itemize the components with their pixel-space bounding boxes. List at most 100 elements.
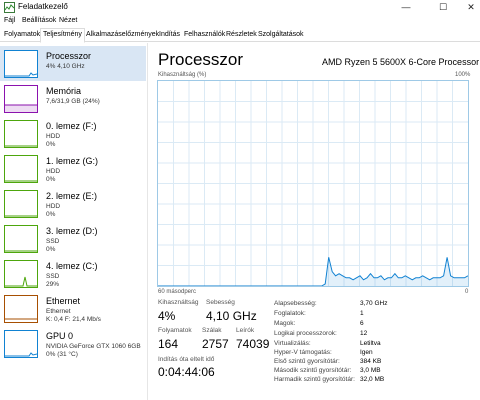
page-title: Processzor [158,50,244,69]
hyperv-label: Hyper-V támogatás: [274,349,332,356]
threads-value: 2757 [202,337,229,351]
cpu-model-name: AMD Ryzen 5 5600X 6-Core Processor [322,57,480,67]
thumb-graph [5,145,37,147]
sidebar-item-ethernet[interactable]: Ethernet Ethernet K: 0,4 F: 21,4 Mb/s [0,291,146,326]
logical-processors-label: Logikai processzorok: [274,330,337,337]
tab-startup[interactable]: Indítás [157,30,182,42]
thumb-graph [5,318,37,320]
sidebar-item-memory[interactable]: Memória 7,6/31,9 GB (24%) [0,81,146,116]
disk-graph-icon [4,120,38,148]
sidebar-item-usage: 0% [46,211,56,218]
tab-bar: Folyamatok Teljesítmény Alkalmazáselőzmé… [0,28,480,43]
cpu-graph-canvas [158,81,469,287]
sidebar-item-label: 4. lemez (C:) [46,261,98,271]
resource-sidebar: Processzor 4% 4,10 GHz Memória 7,6/31,9 … [0,43,148,400]
virtualization-value: Letiltva [360,340,381,347]
close-button[interactable]: ✕ [456,0,480,15]
sidebar-item-usage: K: 0,4 F: 21,4 Mb/s [46,316,101,323]
sockets-value: 1 [360,310,364,317]
graph-x-label: 60 másodperc [158,289,197,295]
sidebar-item-usage: 0% [46,246,56,253]
title-bar: Feladatkezelő — ☐ ✕ [0,0,480,15]
cores-label: Magok: [274,320,296,327]
processes-label: Folyamatok [158,327,192,334]
sidebar-item-label: Processzor [46,51,92,61]
disk-graph-icon [4,155,38,183]
sidebar-item-label: GPU 0 [46,331,74,341]
handles-value: 74039 [236,337,270,351]
thumb-graph [5,215,37,217]
sidebar-item-disk-0[interactable]: 0. lemez (F:) HDD 0% [0,116,146,151]
menu-view[interactable]: Nézet [59,17,77,24]
sidebar-item-detail: NVIDIA GeForce GTX 1060 6GB [46,343,141,350]
tab-app-history[interactable]: Alkalmazáselőzmények [84,30,161,42]
sidebar-item-usage: 0% [46,176,56,183]
sidebar-item-disk-4[interactable]: 4. lemez (C:) SSD 29% [0,256,146,291]
sidebar-item-detail: Ethernet [46,308,71,315]
utilization-label: Kihasználtság [158,299,199,306]
graph-y-max: 100% [455,72,471,78]
tab-users[interactable]: Felhasználók [182,30,227,42]
sidebar-item-detail: HDD [46,203,61,210]
sidebar-item-disk-2[interactable]: 2. lemez (E:) HDD 0% [0,186,146,221]
sidebar-item-usage: 0% [46,141,56,148]
disk-graph-icon [4,260,38,288]
window-title: Feladatkezelő [18,2,68,11]
menu-bar: Fájl Beállítások Nézet [0,15,480,28]
memory-graph-icon [4,85,38,113]
threads-label: Szálak [202,327,222,334]
maximize-button[interactable]: ☐ [428,0,458,15]
l2-cache-value: 3,0 MB [360,367,381,374]
sidebar-item-detail: SSD [46,238,60,245]
tab-details[interactable]: Részletek [224,30,259,42]
cpu-graph-icon [4,50,38,78]
hyperv-value: Igen [360,349,373,356]
l1-cache-value: 384 KB [360,358,382,365]
l2-cache-label: Második szintű gyorsítótár: [274,367,352,374]
cpu-utilization-graph [157,80,469,287]
sidebar-item-disk-1[interactable]: 1. lemez (G:) HDD 0% [0,151,146,186]
sidebar-item-usage: 29% [46,281,60,288]
thumb-graph [5,352,37,357]
sidebar-item-detail: SSD [46,273,60,280]
l3-cache-label: Harmadik szintű gyorsítótár: [274,376,355,383]
speed-label: Sebesség [206,299,235,306]
utilization-value: 4% [158,309,176,323]
uptime-label: Indítás óta eltelt idő [158,356,215,363]
menu-file[interactable]: Fájl [4,17,15,24]
processes-value: 164 [158,337,179,351]
cores-value: 6 [360,320,364,327]
sidebar-item-label: Ethernet [46,296,81,306]
thumb-graph [5,104,37,112]
tab-processes[interactable]: Folyamatok [2,30,42,42]
tab-services[interactable]: Szolgáltatások [256,30,306,42]
logical-processors-value: 12 [360,330,368,337]
gpu-graph-icon [4,330,38,358]
graph-x-end: 0 [465,289,469,295]
menu-settings[interactable]: Beállítások [22,17,56,24]
graph-y-label: Kihasználtság (%) [158,72,207,78]
uptime-value: 0:04:44:06 [158,365,215,379]
handles-label: Leírók [236,327,255,334]
sockets-label: Foglalatok: [274,310,306,317]
disk-graph-icon [4,190,38,218]
thumb-graph [5,72,37,77]
thumb-line [5,352,37,357]
sidebar-item-gpu[interactable]: GPU 0 NVIDIA GeForce GTX 1060 6GB 0% (31… [0,326,146,361]
sidebar-item-label: 0. lemez (F:) [46,121,97,131]
sidebar-item-label: 1. lemez (G:) [46,156,99,166]
tab-performance[interactable]: Teljesítmény [40,28,85,43]
sidebar-item-detail: 4% 4,10 GHz [46,63,85,70]
minimize-button[interactable]: — [391,0,421,15]
base-speed-label: Alapsebesség: [274,300,317,307]
sidebar-item-detail: 7,6/31,9 GB (24%) [46,98,100,105]
sidebar-item-disk-3[interactable]: 3. lemez (D:) SSD 0% [0,221,146,256]
thumb-graph [5,180,37,182]
virtualization-label: Virtualizálás: [274,340,311,347]
sidebar-item-detail: HDD [46,133,61,140]
speed-value: 4,10 GHz [206,309,257,323]
base-speed-value: 3,70 GHz [360,300,388,307]
sidebar-item-cpu[interactable]: Processzor 4% 4,10 GHz [0,46,146,81]
disk-graph-icon [4,225,38,253]
memory-fill [5,105,37,112]
